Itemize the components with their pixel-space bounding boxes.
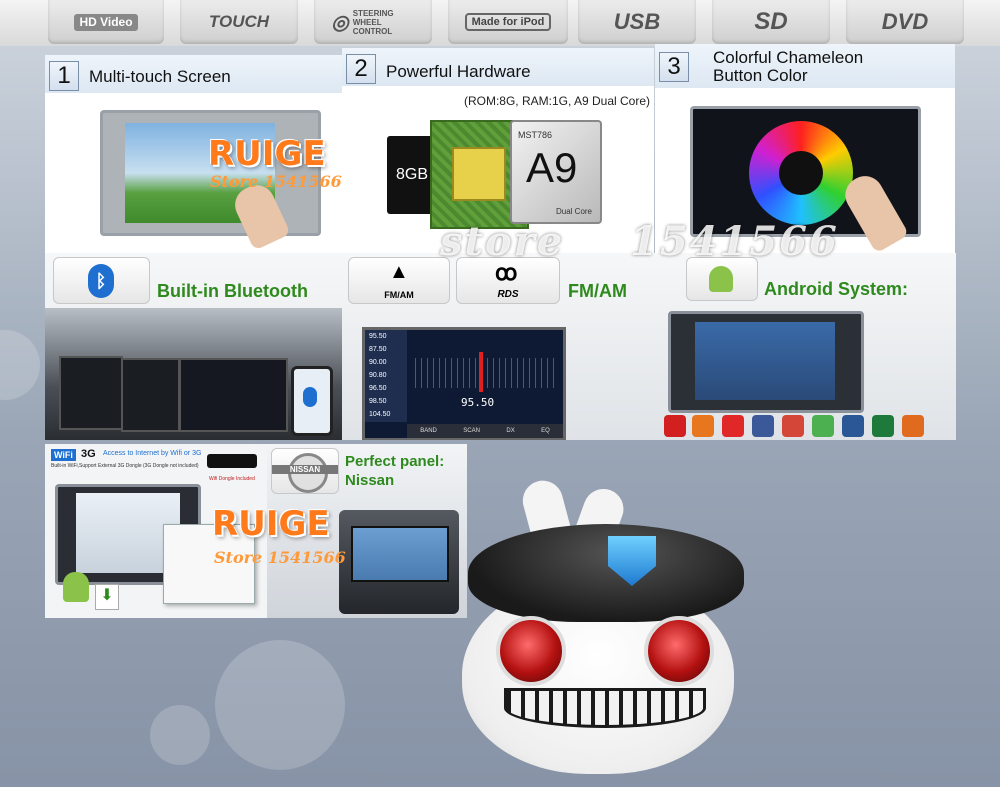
eq-button[interactable]: EQ (541, 428, 550, 434)
background-bokeh (0, 330, 40, 400)
wifi-sub: Built-in WiFi,Support External 3G Dongle… (51, 463, 199, 469)
rds-icon-label: RDS (497, 289, 519, 300)
opera-icon[interactable] (664, 415, 686, 437)
panel-title-line2: Button Color (713, 66, 808, 85)
gmail-icon[interactable] (782, 415, 804, 437)
excel-icon[interactable] (872, 415, 894, 437)
brand-watermark: RUIGE (208, 134, 326, 174)
background-bokeh (215, 640, 345, 770)
frequency-display: 95.50 (461, 396, 495, 409)
usb-icon: USB (578, 0, 696, 44)
frequency-preset[interactable]: 96.50 (365, 382, 407, 395)
frequency-preset[interactable]: 98.50 (365, 395, 407, 408)
panel-title-line1: Colorful Chameleon (713, 48, 864, 67)
radio-button-bar: BAND SCAN DX EQ (407, 424, 563, 438)
facebook-icon[interactable] (752, 415, 774, 437)
phone-screen (121, 358, 180, 432)
cpu-name: A9 (526, 144, 578, 191)
band-button[interactable]: BAND (420, 428, 437, 434)
radio-title: FM/AM (568, 281, 627, 301)
cpu-sub: Dual Core (555, 207, 592, 216)
radio-screen: 95.50 87.50 90.00 90.80 96.50 98.50 104.… (362, 327, 566, 440)
touch-label: TOUCH (208, 12, 270, 31)
store-watermark-big: 1541566 (630, 218, 839, 265)
wifi-headline: Access to Internet by Wifi or 3G (103, 450, 202, 457)
memory-chip-label: 8GB (395, 166, 428, 183)
head-unit-image (668, 311, 864, 413)
bluetooth-title: Built-in Bluetooth (157, 281, 308, 301)
iphone-image (291, 366, 333, 436)
panel-number: 2 (346, 54, 376, 84)
touch-icon: TOUCH (180, 0, 298, 44)
frequency-preset[interactable]: 104.50 (365, 408, 407, 421)
nissan-logo-text: NISSAN (272, 465, 338, 474)
bluetooth-icon: ᛒ (53, 257, 150, 304)
3g-badge: 3G (81, 448, 96, 460)
car-interior-image (45, 308, 342, 440)
hd-video-icon: HD Video (48, 0, 164, 44)
frequency-preset[interactable]: 95.50 (365, 330, 407, 343)
steering-label: STEERING WHEEL CONTROL (352, 8, 394, 36)
mascot-mouth (504, 688, 706, 728)
nissan-line2: Nissan (345, 472, 395, 489)
dongle-image (207, 454, 257, 468)
mascot-eye-right (644, 616, 714, 686)
frequency-needle[interactable] (479, 352, 483, 392)
cpu-model: MST786 (518, 130, 553, 140)
word-icon[interactable] (842, 415, 864, 437)
dongle-note: Wifi Dongle Included (209, 476, 255, 482)
panel-title: Multi-touch Screen (89, 67, 231, 86)
sd-icon: SD (712, 0, 830, 44)
background-bokeh (150, 705, 210, 765)
store-watermark-big: store (440, 218, 565, 265)
contacts-icon[interactable] (812, 415, 834, 437)
brand-watermark: RUIGE (212, 504, 330, 544)
phone-screen (59, 356, 123, 430)
mascot-eye-left (496, 616, 566, 686)
dialpad-screen (179, 358, 288, 432)
mascot (440, 476, 760, 780)
frequency-preset[interactable]: 90.80 (365, 369, 407, 382)
ipod-label: Made for iPod (464, 13, 552, 31)
dx-button[interactable]: DX (506, 428, 514, 434)
youtube-icon[interactable] (722, 415, 744, 437)
panel-bluetooth: ᛒ Built-in Bluetooth (45, 253, 342, 440)
mascot-hat (468, 524, 744, 622)
app-icon-row (664, 415, 954, 439)
dvd-icon: DVD (846, 0, 964, 44)
ipod-icon: Made for iPod (448, 0, 568, 44)
fm-am-icon-label: FM/AM (384, 290, 414, 300)
hardware-spec: (ROM:8G, RAM:1G, A9 Dual Core) (463, 94, 650, 108)
wifi-badge: WiFi (51, 449, 76, 461)
panel-number: 3 (659, 52, 689, 82)
frequency-preset[interactable]: 90.00 (365, 356, 407, 369)
frequency-scale (415, 358, 555, 388)
fm-am-icon: ▲ FM/AM (348, 257, 450, 304)
store-watermark: Store 1541566 (210, 172, 342, 191)
android-title: Android System: (764, 279, 909, 299)
download-icon: ⬇ (95, 584, 119, 610)
android-robot-icon (63, 572, 89, 602)
hd-video-label: HD Video (74, 13, 138, 31)
frequency-list: 95.50 87.50 90.00 90.80 96.50 98.50 104.… (365, 330, 407, 422)
frequency-preset[interactable]: 87.50 (365, 343, 407, 356)
store-watermark: Store 1541566 (214, 548, 346, 567)
color-wheel (749, 121, 853, 225)
firefox-icon[interactable] (692, 415, 714, 437)
usb-label: USB (613, 9, 661, 34)
cpu-chip: MST786 A9 Dual Core (510, 120, 602, 224)
nissan-line1: Perfect panel: (345, 453, 445, 470)
steering-wheel-icon: ◎ STEERING WHEEL CONTROL (314, 0, 432, 44)
panel-number: 1 (49, 61, 79, 91)
navigation-screen (351, 526, 449, 582)
panel-title: Powerful Hardware (386, 62, 531, 81)
panel-android: Android System: (654, 253, 956, 440)
office-icon[interactable] (902, 415, 924, 437)
panel-radio: ▲ FM/AM ꝏ RDS FM/AM 95.50 87.50 90.00 90… (342, 253, 654, 440)
sd-label: SD (754, 8, 788, 35)
feature-bar: HD Video TOUCH ◎ STEERING WHEEL CONTROL … (0, 0, 1000, 46)
scan-button[interactable]: SCAN (463, 428, 480, 434)
nissan-logo: NISSAN (271, 448, 339, 494)
dvd-label: DVD (881, 9, 929, 34)
